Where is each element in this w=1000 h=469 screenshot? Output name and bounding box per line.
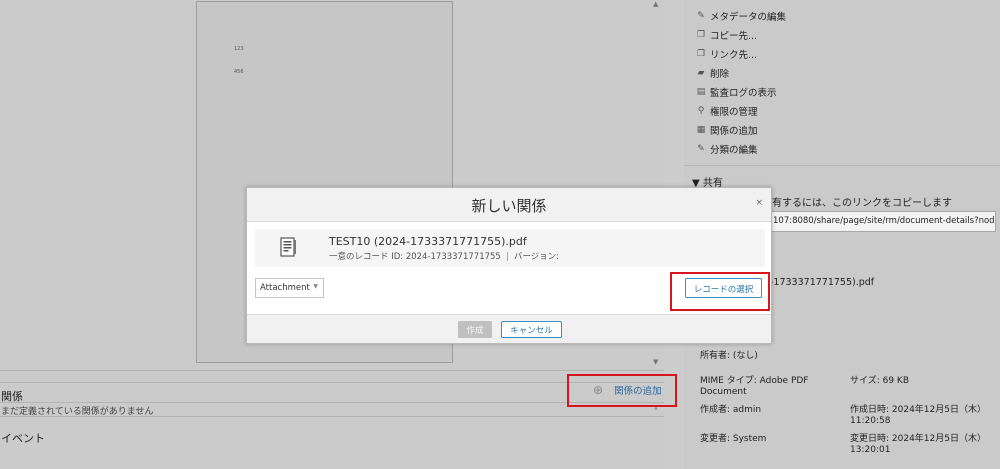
divider bbox=[0, 402, 664, 403]
dialog-title: 新しい関係 bbox=[471, 197, 547, 215]
action-edit-metadata[interactable]: ✎ メタデータの編集 bbox=[696, 6, 786, 25]
share-description: 有するには、このリンクをコピーします bbox=[772, 198, 952, 209]
new-relation-dialog: 新しい関係 × TEST10 (2024-1733371771755).pdf … bbox=[246, 187, 772, 344]
edit-metadata-icon: ✎ bbox=[697, 10, 705, 21]
action-copy-to[interactable]: ❐ コピー先... bbox=[696, 25, 786, 44]
document-icon bbox=[280, 237, 296, 257]
edit-classification-icon: ✎ bbox=[697, 143, 705, 154]
modified-date-property: 変更日時: 2024年12月5日（木） 13:20:01 bbox=[850, 434, 986, 455]
preview-text-line: 456 bbox=[234, 69, 244, 75]
delete-icon: ▰ bbox=[697, 67, 705, 78]
record-version: バージョン: bbox=[513, 252, 560, 262]
creator-property: 作成者: admin bbox=[700, 405, 762, 415]
action-delete[interactable]: ▰ 削除 bbox=[696, 63, 786, 82]
action-link-to[interactable]: ❐ リンク先... bbox=[696, 44, 786, 63]
file-name: -1733371771755).pdf bbox=[770, 277, 875, 288]
chevron-down-icon: ▼ bbox=[313, 283, 318, 290]
mime-type-property: MIME タイプ: Adobe PDF Document bbox=[700, 376, 809, 397]
highlight-box bbox=[670, 272, 770, 311]
relation-type-value: Attachment bbox=[260, 283, 310, 293]
cancel-button[interactable]: キャンセル bbox=[501, 321, 562, 338]
permissions-icon: ⚲ bbox=[697, 105, 705, 116]
source-record-row: TEST10 (2024-1733371771755).pdf 一意のレコード … bbox=[255, 229, 765, 267]
close-icon[interactable]: × bbox=[755, 198, 763, 208]
relation-type-select[interactable]: Attachment ▼ bbox=[255, 278, 324, 298]
record-id: 一意のレコード ID: 2024-1733371771755 bbox=[329, 252, 501, 262]
divider bbox=[684, 165, 1000, 166]
audit-log-icon: ▤ bbox=[696, 86, 706, 97]
scroll-down-arrow-icon[interactable]: ▼ bbox=[653, 358, 658, 366]
share-link-field[interactable]: 107:8080/share/page/site/rm/document-det… bbox=[744, 211, 996, 232]
size-property: サイズ: 69 KB bbox=[850, 376, 910, 386]
owner-property: 所有者: (なし) bbox=[700, 351, 758, 361]
create-button[interactable]: 作成 bbox=[458, 321, 492, 338]
record-metadata: 一意のレコード ID: 2024-1733371771755 バージョン: bbox=[329, 250, 559, 262]
highlight-box bbox=[567, 374, 677, 407]
scroll-up-arrow-icon[interactable]: ▲ bbox=[653, 0, 658, 8]
record-name: TEST10 (2024-1733371771755).pdf bbox=[329, 235, 527, 248]
link-icon: ❐ bbox=[696, 48, 706, 59]
add-relation-icon: ▦ bbox=[696, 124, 706, 135]
copy-icon: ❐ bbox=[696, 29, 706, 40]
modifier-property: 変更者: System bbox=[700, 434, 767, 444]
divider bbox=[0, 370, 664, 371]
preview-text-line: 123 bbox=[234, 46, 244, 52]
created-date-property: 作成日時: 2024年12月5日（木） 11:20:58 bbox=[850, 405, 986, 426]
action-view-audit-log[interactable]: ▤ 監査ログの表示 bbox=[696, 82, 786, 101]
divider bbox=[0, 416, 664, 417]
dialog-footer: 作成 キャンセル bbox=[247, 314, 771, 343]
action-manage-permissions[interactable]: ⚲ 権限の管理 bbox=[696, 101, 786, 120]
action-edit-classification[interactable]: ✎ 分類の編集 bbox=[696, 139, 786, 158]
document-actions-list: ✎ メタデータの編集 ❐ コピー先... ❐ リンク先... ▰ 削除 ▤ 監査ログの表示… bbox=[696, 6, 786, 158]
divider bbox=[0, 382, 664, 383]
dialog-header: 新しい関係 × bbox=[247, 188, 771, 222]
action-add-relation[interactable]: ▦ 関係の追加 bbox=[696, 120, 786, 139]
events-heading: イベント bbox=[1, 432, 45, 445]
